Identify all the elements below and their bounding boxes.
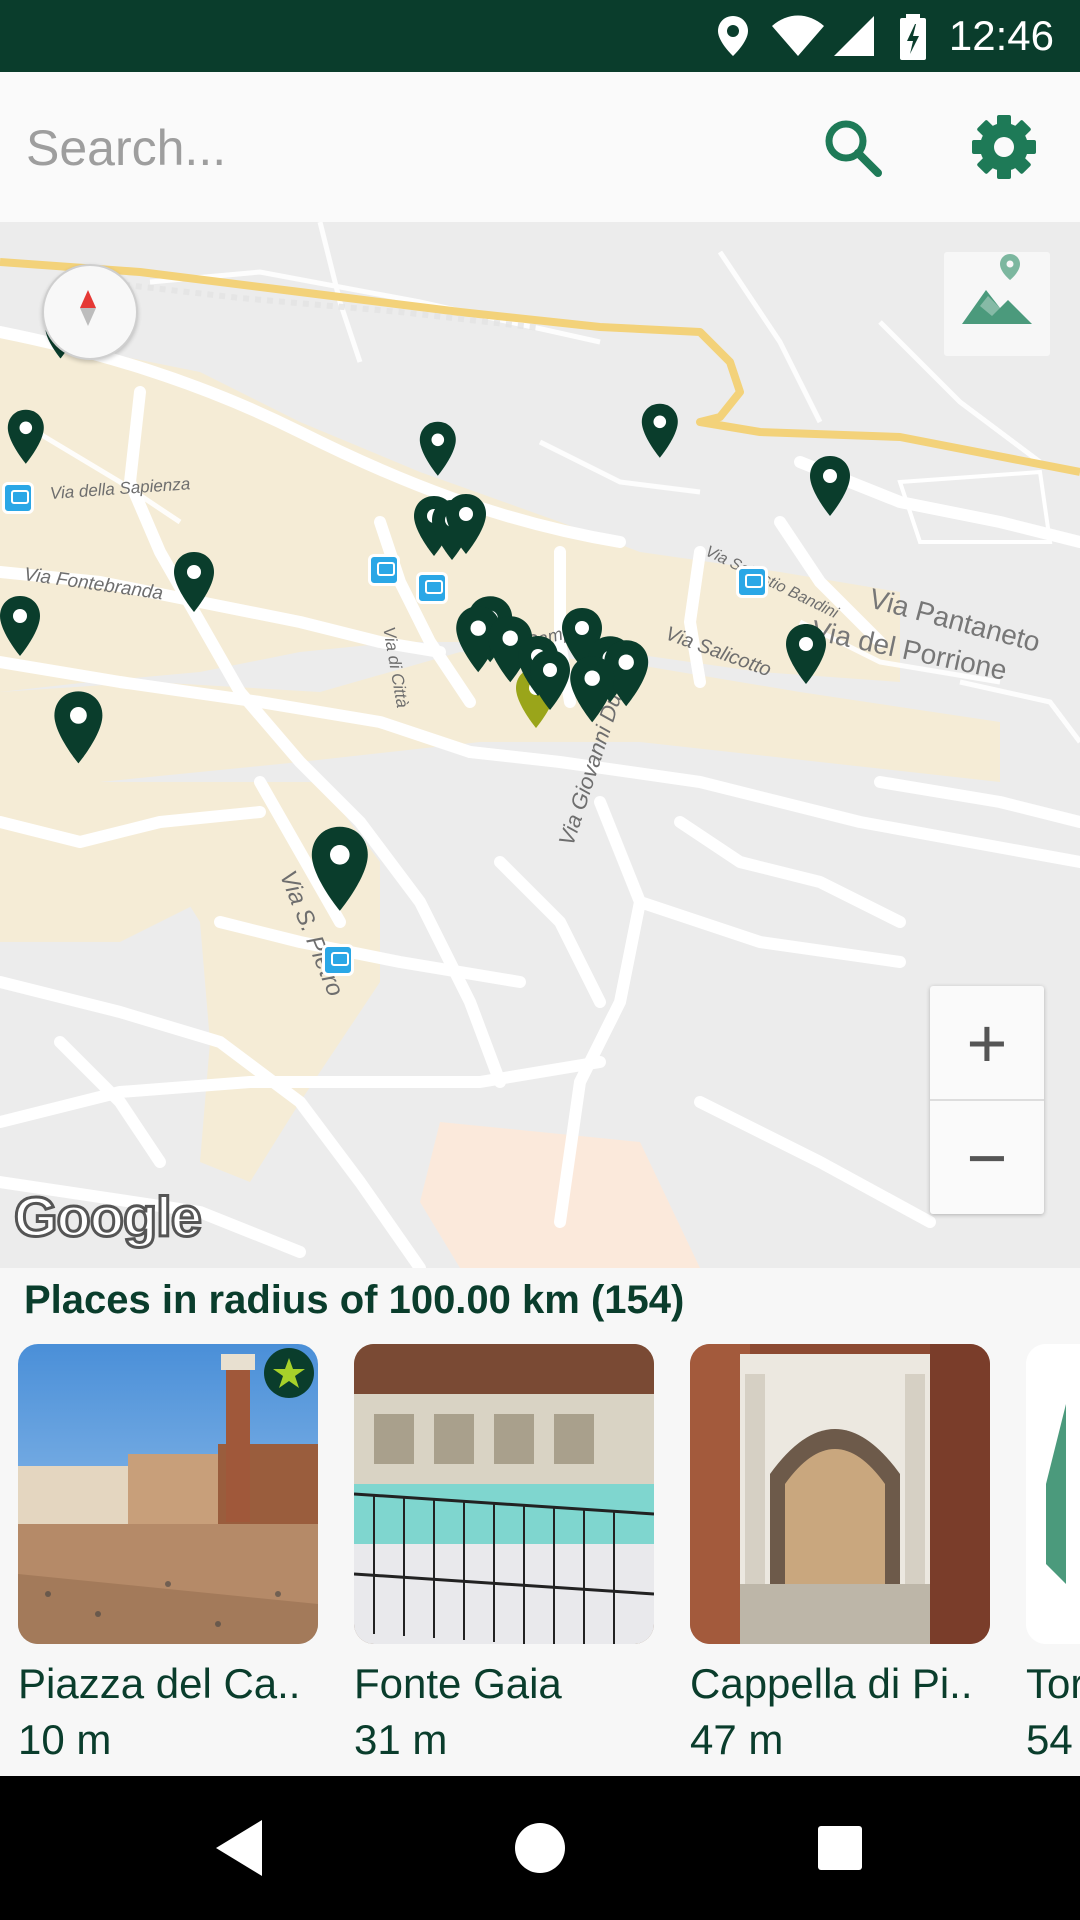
zoom-in-button[interactable]: + — [930, 986, 1044, 1099]
place-marker-icon[interactable] — [418, 420, 458, 478]
zoom-out-button[interactable]: − — [930, 1101, 1044, 1214]
place-distance: 10 m — [18, 1716, 112, 1763]
status-time: 12:46 — [948, 12, 1054, 59]
place-marker-icon[interactable] — [52, 689, 105, 766]
recents-icon[interactable] — [804, 1812, 876, 1884]
home-icon[interactable] — [504, 1812, 576, 1884]
place-card[interactable]: Tor 54 — [1026, 1344, 1080, 1774]
place-marker-icon[interactable] — [309, 824, 371, 914]
place-marker-icon[interactable] — [6, 408, 46, 466]
place-thumbnail[interactable] — [354, 1344, 654, 1644]
search-icon — [825, 120, 882, 177]
signal-icon — [834, 16, 874, 56]
place-distance: 31 m — [354, 1716, 448, 1763]
place-distance: 47 m — [690, 1716, 784, 1763]
zoom-controls: + − — [930, 986, 1044, 1214]
map-base — [0, 222, 1080, 1268]
bus-stop-icon[interactable] — [2, 482, 34, 514]
favorite-star-icon[interactable] — [264, 1348, 314, 1398]
bus-stop-icon[interactable] — [322, 944, 354, 976]
google-logo: Google — [13, 1184, 204, 1250]
compass-icon — [80, 290, 96, 326]
place-marker-icon[interactable] — [172, 550, 216, 614]
search-input[interactable] — [24, 112, 788, 184]
wifi-icon — [772, 15, 824, 56]
bus-stop-icon[interactable] — [416, 572, 448, 604]
place-name: Fonte Gaia — [354, 1660, 562, 1707]
place-name: Cappella di Pi.. — [690, 1660, 973, 1707]
place-marker-icon[interactable] — [528, 648, 572, 712]
back-icon[interactable] — [206, 1812, 278, 1884]
map-view[interactable]: Via della Sapienza Via Fontebranda Via d… — [0, 222, 1080, 1268]
compass-button[interactable] — [42, 264, 138, 360]
map-type-button[interactable] — [944, 252, 1050, 356]
place-marker-icon[interactable] — [784, 622, 828, 686]
status-bar: 12:46 — [0, 0, 1080, 72]
settings-button[interactable] — [964, 107, 1044, 187]
place-thumbnail[interactable] — [690, 1344, 990, 1644]
place-marker-icon[interactable] — [640, 402, 680, 460]
place-name: Tor — [1026, 1660, 1080, 1707]
search-bar — [0, 72, 1080, 222]
gear-icon — [972, 115, 1036, 179]
search-button[interactable] — [812, 107, 892, 187]
bus-stop-icon[interactable] — [368, 554, 400, 586]
place-thumbnail[interactable] — [18, 1344, 318, 1644]
terrain-icon — [962, 254, 1032, 324]
place-marker-icon[interactable] — [444, 492, 488, 556]
places-panel: Places in radius of 100.00 km (154) Piaz… — [0, 1268, 1080, 1776]
places-heading: Places in radius of 100.00 km (154) — [24, 1278, 685, 1322]
battery-charging-icon — [900, 14, 926, 60]
place-thumbnail[interactable] — [1026, 1344, 1080, 1644]
bus-stop-icon[interactable] — [736, 566, 768, 598]
place-distance: 54 — [1026, 1716, 1073, 1763]
place-marker-icon[interactable] — [808, 454, 852, 518]
place-name: Piazza del Ca.. — [18, 1660, 301, 1707]
navigation-bar — [0, 1776, 1080, 1920]
location-icon — [718, 16, 748, 56]
place-marker-icon[interactable] — [568, 654, 616, 724]
place-marker-icon[interactable] — [0, 594, 42, 658]
